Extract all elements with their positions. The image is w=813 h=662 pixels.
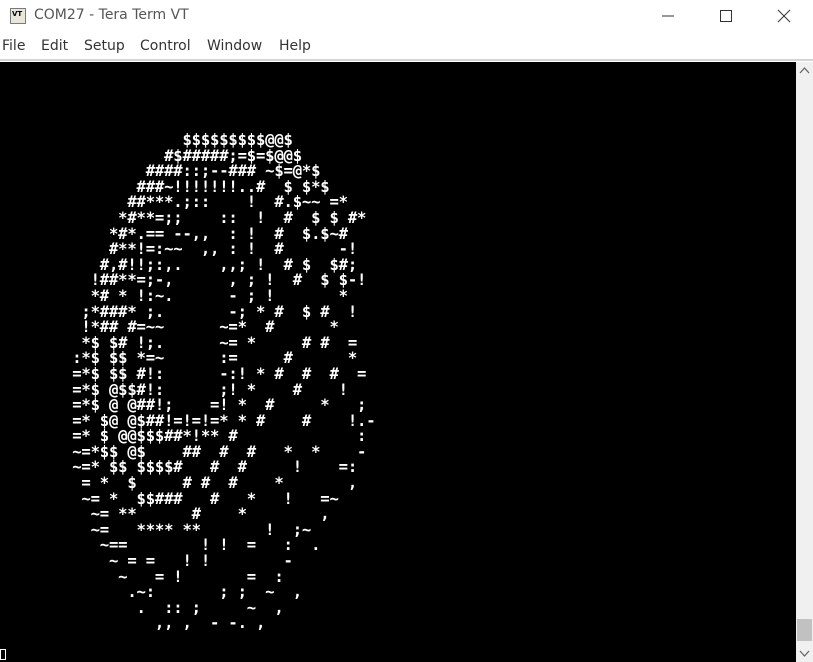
tera-term-app-icon[interactable]: VT bbox=[10, 8, 26, 24]
terminal-cursor bbox=[0, 649, 6, 660]
menu-control[interactable]: Control bbox=[140, 38, 191, 54]
maximize-button[interactable] bbox=[697, 0, 755, 33]
scroll-down-button[interactable] bbox=[796, 645, 813, 662]
menu-file[interactable]: File bbox=[2, 38, 25, 54]
minimize-button[interactable] bbox=[639, 0, 697, 33]
minimize-icon bbox=[662, 15, 674, 17]
menu-setup[interactable]: Setup bbox=[84, 38, 125, 54]
menu-help[interactable]: Help bbox=[279, 38, 311, 54]
title-bar: VT COM27 - Tera Term VT bbox=[0, 0, 813, 33]
maximize-icon bbox=[720, 10, 732, 22]
app-icon-label: VT bbox=[12, 10, 23, 18]
scroll-up-button[interactable] bbox=[796, 62, 813, 79]
vertical-scrollbar[interactable] bbox=[796, 62, 813, 662]
menu-divider bbox=[0, 59, 813, 61]
window-title: COM27 - Tera Term VT bbox=[34, 7, 189, 23]
chevron-up-icon bbox=[799, 67, 810, 74]
terminal-output: $$$$$$$$$@@$ #$#####;=$=$@@$ ####::;--##… bbox=[72, 131, 376, 633]
menu-bar: File Edit Setup Control Window Help bbox=[0, 33, 813, 60]
close-button[interactable] bbox=[755, 0, 813, 33]
menu-edit[interactable]: Edit bbox=[41, 38, 68, 54]
scrollbar-thumb[interactable] bbox=[797, 619, 812, 641]
menu-window[interactable]: Window bbox=[207, 38, 262, 54]
close-icon bbox=[777, 9, 791, 23]
chevron-down-icon bbox=[799, 650, 810, 657]
terminal-screen[interactable]: $$$$$$$$$@@$ #$#####;=$=$@@$ ####::;--##… bbox=[0, 62, 796, 662]
